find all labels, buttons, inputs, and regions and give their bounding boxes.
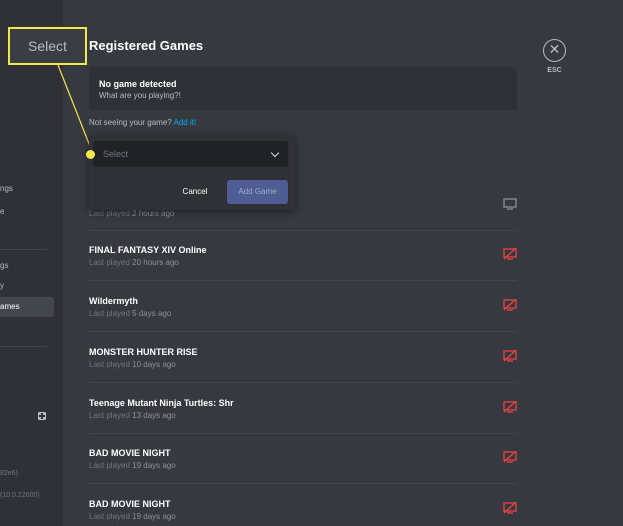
- close-icon[interactable]: ✕: [543, 39, 566, 62]
- sidebar-item[interactable]: y: [0, 281, 4, 290]
- game-select[interactable]: Select: [93, 141, 288, 167]
- settings-sidebar: ngs e gs y ames 82e6) (10.0.22000): [0, 0, 63, 526]
- overlay-disabled-icon[interactable]: [503, 502, 517, 514]
- esc-label: ESC: [547, 67, 562, 74]
- not-seeing-label: Not seeing your game?: [89, 118, 172, 127]
- add-it-link[interactable]: Add it!: [174, 118, 197, 127]
- add-game-popup: Select Cancel Add Game: [86, 135, 295, 210]
- last-played: Last played 19 days ago: [89, 512, 176, 521]
- page-title: Registered Games: [89, 38, 204, 53]
- last-played: Last played 13 days ago: [89, 411, 176, 420]
- last-played: Last played 20 hours ago: [89, 258, 179, 267]
- build-info: 82e6): [0, 470, 18, 477]
- game-name: Wildermyth: [89, 296, 138, 306]
- cancel-button[interactable]: Cancel: [173, 181, 217, 203]
- game-row: BAD MOVIE NIGHT Last played 19 days ago: [89, 485, 517, 526]
- sidebar-item[interactable]: e: [0, 207, 4, 216]
- sidebar-divider: [0, 249, 47, 250]
- detection-subtitle: What are you playing?!: [99, 91, 181, 100]
- game-row: Wildermyth Last played 5 days ago: [89, 282, 517, 332]
- chevron-down-icon: [270, 148, 280, 158]
- callout-marker: [86, 150, 95, 159]
- add-icon[interactable]: [38, 412, 46, 420]
- game-name: Teenage Mutant Ninja Turtles: Shr: [89, 398, 234, 408]
- game-row: FINAL FANTASY XIV Online Last played 20 …: [89, 231, 517, 281]
- select-callout: Select: [8, 27, 87, 65]
- detection-title: No game detected: [99, 79, 177, 89]
- overlay-disabled-icon[interactable]: [503, 299, 517, 311]
- select-placeholder: Select: [103, 149, 129, 159]
- os-version: (10.0.22000): [0, 492, 40, 499]
- overlay-disabled-icon[interactable]: [503, 401, 517, 413]
- overlay-disabled-icon[interactable]: [503, 248, 517, 260]
- sidebar-item[interactable]: ngs: [0, 184, 13, 193]
- sidebar-divider: [0, 346, 47, 347]
- game-name: BAD MOVIE NIGHT: [89, 448, 171, 458]
- game-row: BAD MOVIE NIGHT Last played 19 days ago: [89, 434, 517, 484]
- game-detection-panel: No game detected What are you playing?!: [89, 67, 517, 110]
- monitor-icon[interactable]: [503, 198, 517, 210]
- game-row: Teenage Mutant Ninja Turtles: Shr Last p…: [89, 384, 517, 434]
- last-played: Last played 19 days ago: [89, 461, 176, 470]
- last-played: Last played 2 hours ago: [89, 209, 175, 218]
- game-name: FINAL FANTASY XIV Online: [89, 245, 207, 255]
- add-game-button[interactable]: Add Game: [227, 180, 288, 204]
- last-played: Last played 5 days ago: [89, 309, 172, 318]
- game-name: MONSTER HUNTER RISE: [89, 347, 198, 357]
- overlay-disabled-icon[interactable]: [503, 451, 517, 463]
- sidebar-item[interactable]: gs: [0, 261, 8, 270]
- last-played: Last played 10 days ago: [89, 360, 176, 369]
- overlay-disabled-icon[interactable]: [503, 350, 517, 362]
- game-name: BAD MOVIE NIGHT: [89, 499, 171, 509]
- game-row: MONSTER HUNTER RISE Last played 10 days …: [89, 333, 517, 383]
- sidebar-item-registered-games[interactable]: ames: [0, 297, 54, 317]
- not-seeing-text: Not seeing your game? Add it!: [89, 118, 196, 127]
